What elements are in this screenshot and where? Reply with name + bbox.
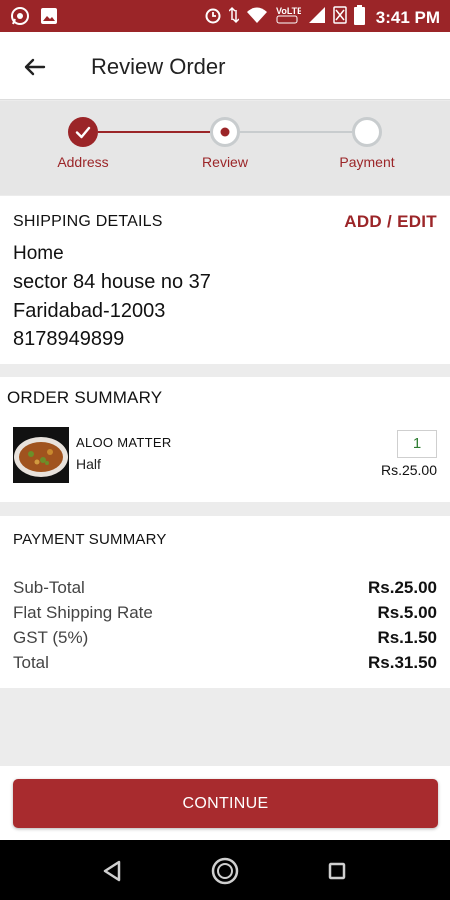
page-title: Review Order (91, 54, 226, 79)
status-bar: VoLTE 3:41 PM (0, 0, 450, 32)
payment-row-subtotal: Sub-Total Rs.25.00 (13, 578, 437, 602)
payment-label: Sub-Total (13, 578, 85, 597)
volte-icon: VoLTE (275, 5, 303, 30)
address-phone: 8178949899 (13, 328, 125, 350)
data-arrows-icon (228, 6, 240, 29)
stepper-line-pending (240, 131, 352, 133)
checkout-stepper: Address Review Payment (0, 101, 450, 195)
home-circle-icon (211, 857, 239, 885)
item-price: Rs.25.00 (380, 462, 437, 478)
address-line2: Faridabad-12003 (13, 300, 166, 322)
payment-value: Rs.5.00 (377, 603, 437, 622)
whatsapp-icon (10, 6, 30, 31)
system-nav-bar (0, 840, 450, 900)
nav-recents-button[interactable] (322, 856, 352, 886)
payment-label: Flat Shipping Rate (13, 603, 153, 622)
svg-text:VoLTE: VoLTE (276, 6, 301, 16)
arrow-left-icon (24, 58, 46, 76)
step-address-check-icon (68, 117, 98, 147)
continue-button[interactable]: CONTINUE (13, 779, 438, 828)
item-variant: Half (76, 456, 101, 472)
payment-value: Rs.31.50 (368, 653, 437, 672)
payment-value: Rs.25.00 (368, 578, 437, 597)
address-name: Home (13, 243, 64, 264)
address-line1: sector 84 house no 37 (13, 271, 211, 293)
item-quantity-field[interactable]: 1 (397, 430, 437, 458)
payment-summary-heading: PAYMENT SUMMARY (13, 531, 167, 548)
order-summary-heading: ORDER SUMMARY (7, 388, 163, 407)
step-payment-pending-icon (352, 117, 382, 147)
step-label-address: Address (57, 154, 109, 170)
back-button[interactable] (20, 52, 50, 82)
payment-row-gst: GST (5%) Rs.1.50 (13, 628, 437, 652)
nav-back-button[interactable] (98, 856, 128, 886)
step-label-payment: Payment (339, 154, 395, 170)
add-edit-address-link[interactable]: ADD / EDIT (344, 212, 437, 232)
step-label-review: Review (202, 154, 248, 170)
payment-row-shipping: Flat Shipping Rate Rs.5.00 (13, 603, 437, 627)
payment-row-total: Total Rs.31.50 (13, 653, 437, 677)
stepper-line-completed (98, 131, 210, 133)
app-bar: Review Order (0, 32, 450, 100)
back-triangle-icon (103, 860, 121, 882)
no-sim-icon (333, 6, 347, 29)
signal-icon (308, 6, 326, 29)
payment-label: GST (5%) (13, 628, 89, 647)
payment-label: Total (13, 653, 49, 672)
battery-icon (353, 5, 365, 30)
image-icon (40, 7, 58, 30)
order-summary-card: ORDER SUMMARY ALOO MATTER Half 1 Rs.25.0… (0, 377, 450, 502)
wifi-icon (246, 6, 268, 29)
payment-value: Rs.1.50 (377, 628, 437, 647)
step-review-current-icon (210, 117, 240, 147)
alarm-icon (204, 6, 222, 29)
recents-square-icon (328, 862, 346, 880)
item-thumbnail (13, 427, 69, 483)
item-name: ALOO MATTER (76, 435, 172, 450)
payment-summary-card: PAYMENT SUMMARY Sub-Total Rs.25.00 Flat … (0, 516, 450, 688)
nav-home-button[interactable] (210, 856, 240, 886)
shipping-heading: SHIPPING DETAILS (13, 213, 163, 230)
shipping-details-card: SHIPPING DETAILS ADD / EDIT Home sector … (0, 196, 450, 364)
clock: 3:41 PM (375, 7, 440, 27)
